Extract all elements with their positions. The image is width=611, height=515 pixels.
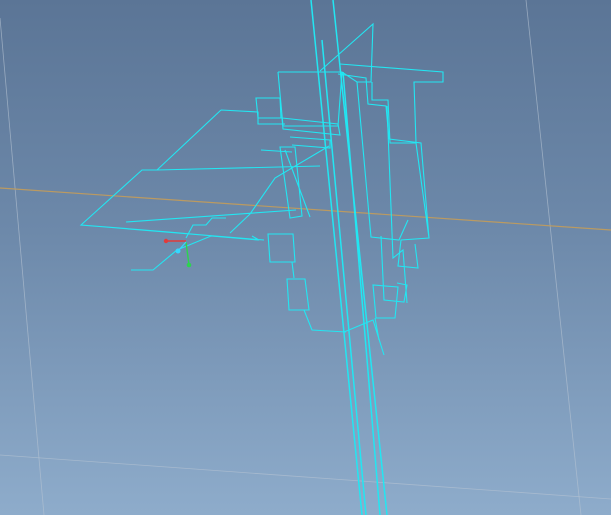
right-frame[interactable] <box>372 105 430 319</box>
wireframe-model[interactable] <box>79 0 444 515</box>
lower-boxes[interactable] <box>267 233 385 356</box>
wireframe-scene[interactable] <box>0 0 611 515</box>
grid-line-left <box>0 17 45 515</box>
grid-line-right <box>525 0 582 515</box>
left-plate[interactable] <box>79 109 330 271</box>
horizon-line <box>0 187 611 231</box>
grid-lines <box>0 0 611 515</box>
cad-3d-viewport[interactable] <box>0 0 611 515</box>
upper-tower[interactable] <box>277 22 444 241</box>
axis-y-marker <box>186 262 192 268</box>
axis-x-marker <box>163 238 169 244</box>
coordinate-gizmo[interactable] <box>163 238 192 268</box>
grid-line-bottom <box>0 454 611 500</box>
